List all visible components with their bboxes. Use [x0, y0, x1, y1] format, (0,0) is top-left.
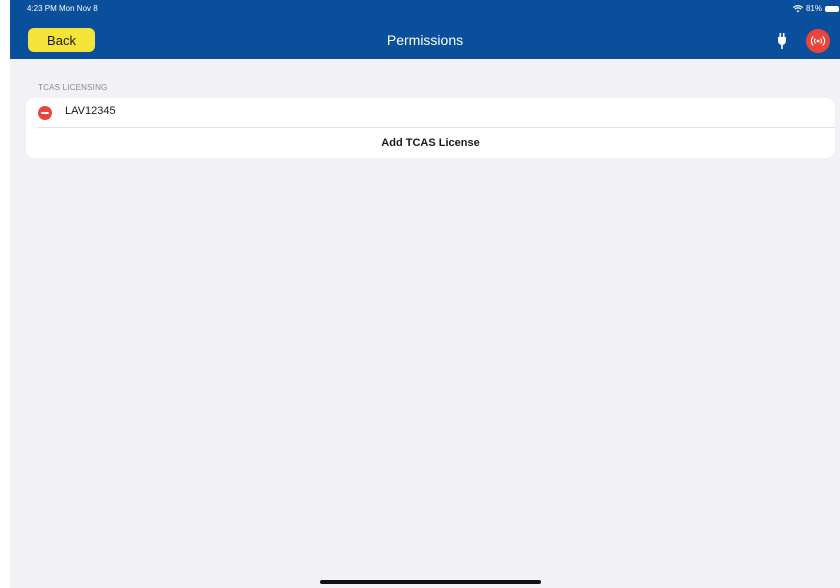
add-license-button[interactable]: Add TCAS License	[26, 128, 835, 158]
wifi-icon	[792, 4, 803, 12]
status-indicators: 81%	[792, 3, 839, 14]
license-list-card: LAV12345 Add TCAS License	[26, 98, 835, 158]
window-edge	[0, 0, 10, 588]
page-title: Permissions	[386, 32, 464, 48]
license-number: LAV12345	[65, 105, 116, 117]
status-time: 4:23 PM Mon Nov 8	[27, 4, 98, 13]
broadcast-button[interactable]	[806, 29, 830, 53]
remove-icon[interactable]	[38, 106, 52, 120]
broadcast-icon	[810, 36, 826, 46]
section-header: TCAS LICENSING	[38, 83, 108, 92]
battery-icon	[825, 5, 839, 12]
home-indicator	[320, 580, 541, 584]
plug-icon	[778, 33, 786, 49]
app-screen: 4:23 PM Mon Nov 8 81% Back Permissions T…	[0, 0, 840, 588]
navigation-bar: 4:23 PM Mon Nov 8 81% Back Permissions	[10, 0, 840, 59]
list-item: LAV12345	[26, 98, 835, 127]
battery-percent: 81%	[805, 4, 822, 13]
